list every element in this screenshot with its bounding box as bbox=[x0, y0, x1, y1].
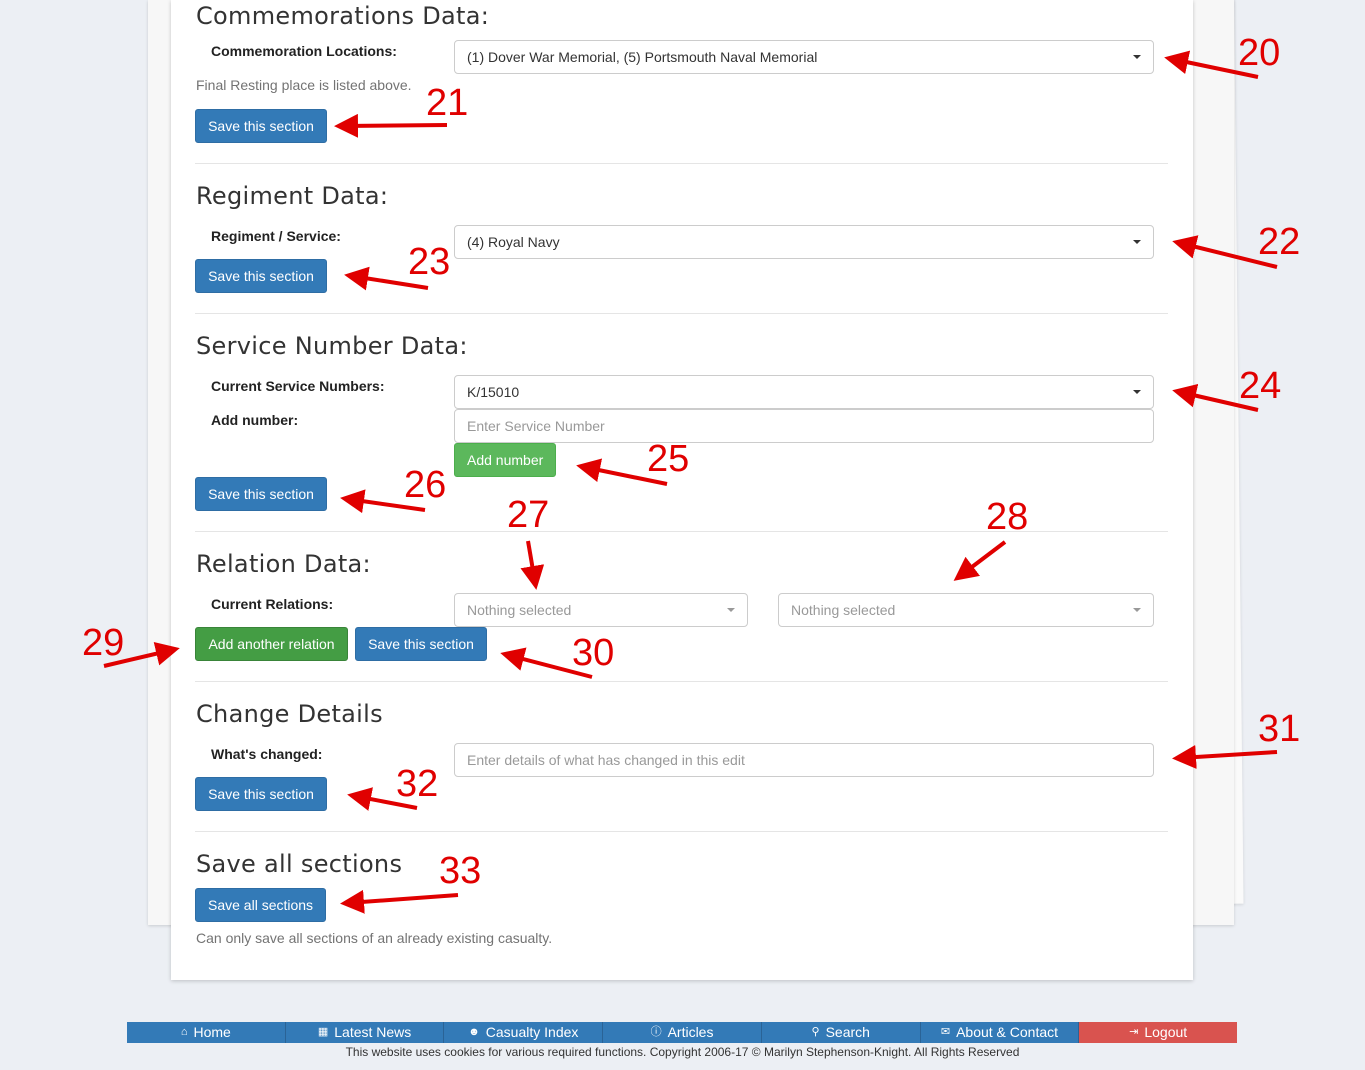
relation-select-1[interactable]: Nothing selected bbox=[454, 593, 748, 627]
regiment-label: Regiment / Service: bbox=[211, 228, 341, 244]
section-heading-save-all: Save all sections bbox=[196, 850, 403, 878]
annotation-20: 20 bbox=[1238, 32, 1281, 74]
current-service-numbers-label: Current Service Numbers: bbox=[211, 378, 385, 394]
nav-label: Latest News bbox=[334, 1024, 412, 1040]
annotation-29: 29 bbox=[82, 622, 125, 664]
annotation-23: 23 bbox=[408, 241, 451, 283]
regiment-value: (4) Royal Navy bbox=[467, 234, 560, 250]
relation-select-1-value: Nothing selected bbox=[467, 602, 572, 618]
logout-icon: ⇥ bbox=[1129, 1026, 1139, 1038]
save-all-sections-button[interactable]: Save all sections bbox=[195, 888, 326, 922]
service-number-input[interactable] bbox=[454, 409, 1154, 443]
regiment-select[interactable]: (4) Royal Navy bbox=[454, 225, 1154, 259]
divider bbox=[195, 163, 1168, 164]
commemoration-locations-label: Commemoration Locations: bbox=[211, 43, 397, 59]
add-relation-button[interactable]: Add another relation bbox=[195, 627, 348, 661]
annotation-30: 30 bbox=[572, 632, 615, 674]
add-number-label: Add number: bbox=[211, 412, 299, 428]
annotation-33: 33 bbox=[439, 850, 482, 892]
nav-label: Logout bbox=[1144, 1024, 1188, 1040]
save-service-number-button[interactable]: Save this section bbox=[195, 477, 327, 511]
nav-casualty-index[interactable]: ☻ Casualty Index bbox=[444, 1022, 604, 1043]
annotation-32: 32 bbox=[396, 763, 439, 805]
info-icon: ⓘ bbox=[650, 1026, 662, 1038]
save-change-details-button[interactable]: Save this section bbox=[195, 777, 327, 811]
whats-changed-label: What's changed: bbox=[211, 746, 323, 762]
divider bbox=[195, 313, 1168, 314]
caret-down-icon bbox=[1133, 390, 1141, 394]
annotation-24: 24 bbox=[1239, 365, 1282, 407]
current-relations-label: Current Relations: bbox=[211, 596, 334, 612]
calendar-icon: ▦ bbox=[317, 1026, 329, 1038]
section-heading-service-number: Service Number Data: bbox=[196, 332, 468, 360]
nav-home[interactable]: ⌂ Home bbox=[127, 1022, 286, 1043]
annotation-25: 25 bbox=[647, 438, 690, 480]
save-relation-button[interactable]: Save this section bbox=[355, 627, 487, 661]
nav-label: Articles bbox=[667, 1024, 714, 1040]
change-details-input[interactable] bbox=[454, 743, 1154, 777]
nav-search[interactable]: ⚲ Search bbox=[761, 1022, 921, 1043]
save-all-help-text: Can only save all sections of an already… bbox=[196, 930, 553, 946]
nav-label: About & Contact bbox=[956, 1024, 1059, 1040]
annotation-28: 28 bbox=[986, 496, 1029, 538]
users-icon: ☻ bbox=[468, 1026, 480, 1038]
commemorations-help-text: Final Resting place is listed above. bbox=[196, 77, 412, 93]
nav-logout[interactable]: ⇥ Logout bbox=[1079, 1022, 1238, 1043]
envelope-icon: ✉ bbox=[940, 1026, 951, 1038]
nav-articles[interactable]: ⓘ Articles bbox=[603, 1022, 762, 1043]
section-heading-relation: Relation Data: bbox=[196, 550, 371, 578]
service-numbers-select[interactable]: K/15010 bbox=[454, 375, 1154, 409]
nav-label: Home bbox=[193, 1024, 231, 1040]
caret-down-icon bbox=[1133, 608, 1141, 612]
footer-nav: ⌂ Home ▦ Latest News ☻ Casualty Index ⓘ Arti… bbox=[127, 1022, 1238, 1043]
section-heading-regiment: Regiment Data: bbox=[196, 182, 389, 210]
copyright-text: This website uses cookies for various re… bbox=[345, 1045, 1020, 1059]
caret-down-icon bbox=[727, 608, 735, 612]
home-icon: ⌂ bbox=[180, 1026, 188, 1038]
add-number-button[interactable]: Add number bbox=[454, 443, 556, 477]
commemoration-locations-value: (1) Dover War Memorial, (5) Portsmouth N… bbox=[467, 49, 818, 65]
relation-select-2-value: Nothing selected bbox=[791, 602, 896, 618]
nav-label: Casualty Index bbox=[485, 1024, 579, 1040]
annotation-27: 27 bbox=[507, 494, 550, 536]
divider bbox=[195, 831, 1168, 832]
divider bbox=[195, 681, 1168, 682]
save-commemorations-button[interactable]: Save this section bbox=[195, 109, 327, 143]
save-regiment-button[interactable]: Save this section bbox=[195, 259, 327, 293]
annotation-21: 21 bbox=[426, 82, 469, 124]
nav-about-contact[interactable]: ✉ About & Contact bbox=[920, 1022, 1080, 1043]
relation-select-2[interactable]: Nothing selected bbox=[778, 593, 1154, 627]
caret-down-icon bbox=[1133, 240, 1141, 244]
caret-down-icon bbox=[1133, 55, 1141, 59]
section-heading-change-details: Change Details bbox=[196, 700, 383, 728]
annotation-22: 22 bbox=[1258, 221, 1301, 263]
search-icon: ⚲ bbox=[811, 1026, 820, 1038]
commemoration-locations-select[interactable]: (1) Dover War Memorial, (5) Portsmouth N… bbox=[454, 40, 1154, 74]
section-heading-commemorations: Commemorations Data: bbox=[196, 2, 490, 30]
service-number-value: K/15010 bbox=[467, 384, 520, 400]
annotation-26: 26 bbox=[404, 464, 447, 506]
annotation-31: 31 bbox=[1258, 708, 1301, 750]
nav-latest-news[interactable]: ▦ Latest News bbox=[285, 1022, 445, 1043]
nav-label: Search bbox=[825, 1024, 870, 1040]
